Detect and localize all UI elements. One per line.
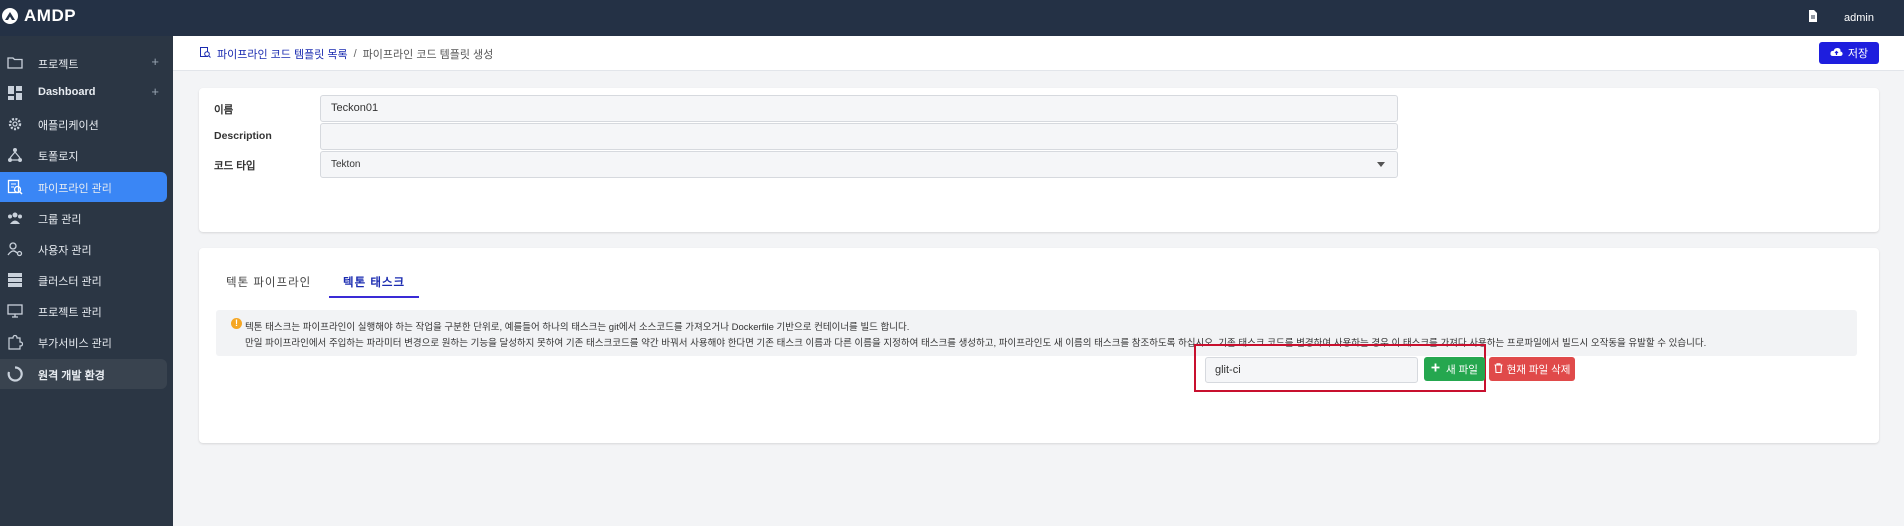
monitor-icon [7, 303, 23, 319]
loader-icon [7, 366, 23, 382]
plus-icon [1431, 363, 1440, 375]
tab-tekton-task[interactable]: 텍톤 태스크 [343, 274, 405, 290]
group-icon [7, 210, 23, 226]
delete-file-label: 현재 파일 삭제 [1506, 363, 1571, 376]
task-card: 텍톤 파이프라인 텍톤 태스크 ! 텍톤 태스크는 파이프라인이 실행해야 하는… [199, 248, 1879, 443]
top-bar: AMDP admin [0, 0, 1904, 36]
topology-icon [7, 147, 23, 163]
template-list-icon [200, 47, 211, 61]
main-content: 파이프라인 코드 템플릿 목록 / 파이프라인 코드 템플릿 생성 저장 이름 … [173, 36, 1904, 526]
task-file-name-input[interactable]: glit-ci [1205, 357, 1418, 383]
add-project-button[interactable]: + [151, 54, 159, 69]
server-icon [7, 272, 23, 288]
new-file-label: 새 파일 [1446, 363, 1478, 376]
sidebar: 프로젝트 + Dashboard + 애플리케이션 토폴로지 파이프라인 관리 … [0, 36, 173, 526]
cloud-upload-icon [1830, 47, 1843, 60]
page-header: 파이프라인 코드 템플릿 목록 / 파이프라인 코드 템플릿 생성 저장 [173, 36, 1904, 71]
tab-tekton-pipeline[interactable]: 텍톤 파이프라인 [226, 274, 311, 290]
sidebar-item-dashboard[interactable]: Dashboard + [0, 78, 167, 108]
sidebar-item-applications[interactable]: 애플리케이션 [0, 109, 167, 139]
breadcrumb-current: 파이프라인 코드 템플릿 생성 [362, 49, 494, 61]
logo-icon [2, 8, 18, 24]
sidebar-item-topology[interactable]: 토폴로지 [0, 140, 167, 170]
template-form-card: 이름 Teckon01 Description 코드 타입 Tekton [199, 88, 1879, 232]
user-gear-icon [7, 241, 23, 257]
name-label: 이름 [214, 104, 234, 116]
description-input[interactable] [320, 123, 1398, 150]
pipeline-icon [7, 179, 23, 195]
name-input[interactable]: Teckon01 [320, 95, 1398, 122]
document-icon[interactable] [1808, 10, 1818, 25]
info-line-1: 텍톤 태스크는 파이프라인이 실행해야 하는 작업을 구분한 단위로, 예를들어… [245, 322, 910, 333]
info-notice: ! 텍톤 태스크는 파이프라인이 실행해야 하는 작업을 구분한 단위로, 예를… [216, 310, 1857, 356]
dashboard-icon [7, 85, 23, 101]
code-type-label: 코드 타입 [214, 160, 256, 172]
delete-file-button[interactable]: 현재 파일 삭제 [1489, 357, 1575, 381]
active-tab-indicator [329, 296, 419, 298]
app-title: AMDP [24, 6, 77, 25]
sidebar-item-remote-dev[interactable]: 원격 개발 환경 [0, 359, 167, 389]
gear-icon [7, 116, 23, 132]
description-label: Description [214, 130, 272, 142]
code-type-value: Tekton [331, 159, 361, 170]
save-label: 저장 [1847, 48, 1869, 60]
sidebar-item-project[interactable]: 프로젝트 + [0, 48, 167, 78]
sidebar-item-users[interactable]: 사용자 관리 [0, 234, 167, 264]
app-brand[interactable]: AMDP [2, 6, 76, 26]
folder-icon [7, 55, 23, 71]
breadcrumb: 파이프라인 코드 템플릿 목록 / 파이프라인 코드 템플릿 생성 [200, 46, 493, 62]
warning-icon: ! [231, 318, 242, 329]
user-name[interactable]: admin [1844, 12, 1874, 24]
sidebar-item-addons[interactable]: 부가서비스 관리 [0, 327, 167, 357]
add-dashboard-button[interactable]: + [151, 84, 159, 99]
sidebar-item-projects-admin[interactable]: 프로젝트 관리 [0, 296, 167, 326]
sidebar-item-groups[interactable]: 그룹 관리 [0, 203, 167, 233]
sidebar-item-pipeline[interactable]: 파이프라인 관리 [0, 172, 167, 202]
breadcrumb-separator: / [353, 48, 357, 60]
save-button[interactable]: 저장 [1819, 42, 1879, 64]
trash-icon [1494, 362, 1503, 376]
chevron-down-icon [1377, 162, 1385, 167]
breadcrumb-link[interactable]: 파이프라인 코드 템플릿 목록 [217, 46, 348, 62]
new-file-button[interactable]: 새 파일 [1424, 357, 1485, 381]
code-type-select[interactable]: Tekton [320, 151, 1398, 178]
sidebar-item-clusters[interactable]: 클러스터 관리 [0, 265, 167, 295]
puzzle-icon [7, 334, 24, 350]
info-line-2: 만일 파이프라인에서 주입하는 파라미터 변경으로 원하는 기능을 달성하지 못… [245, 338, 1707, 349]
